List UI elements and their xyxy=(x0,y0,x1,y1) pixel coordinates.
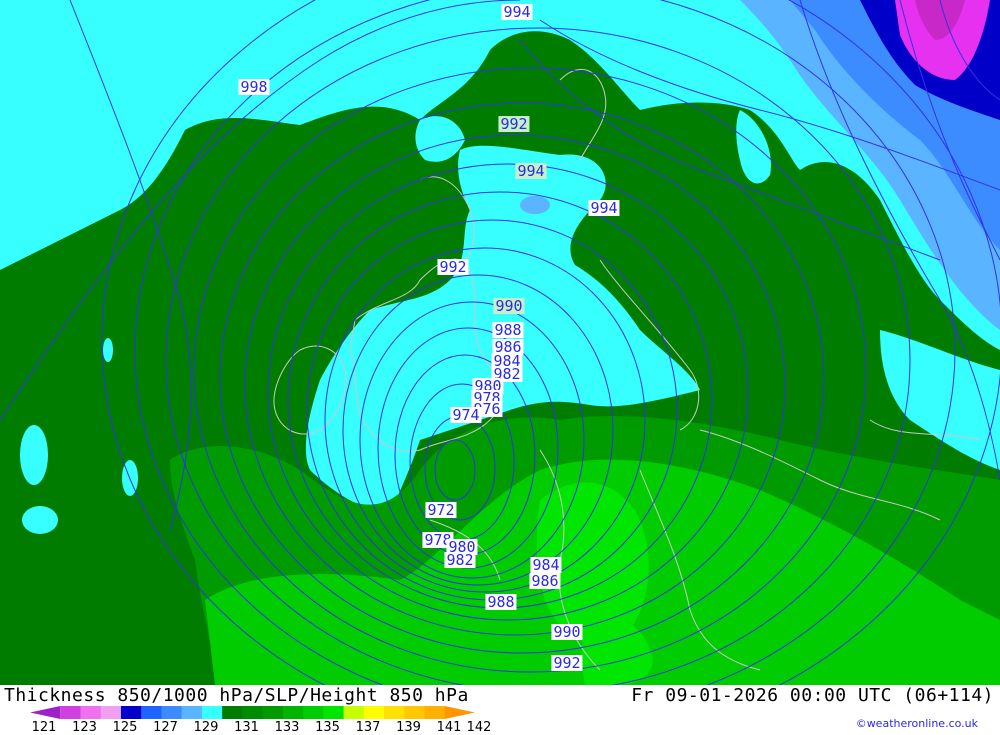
legend-swatch xyxy=(363,706,385,719)
legend-swatch xyxy=(161,706,183,719)
valid-time: Fr 09-01-2026 00:00 UTC (06+114) xyxy=(631,685,994,706)
color-legend xyxy=(30,706,475,719)
legend-swatch xyxy=(30,706,61,719)
thickness-lightblue-spot xyxy=(520,196,550,214)
legend-swatch xyxy=(181,706,203,719)
map-footer: Thickness 850/1000 hPa/SLP/Height 850 hP… xyxy=(0,685,1000,735)
legend-swatch xyxy=(303,706,324,719)
isobar-label: 998 xyxy=(238,78,270,96)
isobar-label: 992 xyxy=(551,654,583,672)
legend-swatch xyxy=(80,706,102,719)
isobar-label: 974 xyxy=(450,406,482,424)
legend-swatch xyxy=(222,706,243,719)
legend-swatch xyxy=(323,706,345,719)
legend-swatch xyxy=(404,706,426,719)
isobar-label: 994 xyxy=(588,199,620,217)
isobar-label: 986 xyxy=(529,572,561,590)
isobar-label: 994 xyxy=(515,162,547,180)
isobar-label: 984 xyxy=(530,556,562,574)
isobar-label: 990 xyxy=(551,623,583,641)
legend-swatch xyxy=(242,706,264,719)
thickness-cyan-spot-small xyxy=(103,338,113,362)
legend-swatch xyxy=(100,706,122,719)
map-title: Thickness 850/1000 hPa/SLP/Height 850 hP… xyxy=(4,685,469,706)
thickness-cyan-spot-west xyxy=(20,425,48,485)
legend-swatch xyxy=(141,706,162,719)
legend-swatch xyxy=(282,706,304,719)
legend-ticks: 121 123 125 127 129 131 133 135 137 139 141 142 xyxy=(0,720,520,735)
legend-swatch xyxy=(262,706,284,719)
thickness-cyan-spot-sw xyxy=(22,506,58,534)
isobar-label: 994 xyxy=(501,3,533,21)
isobar-label: 992 xyxy=(498,115,530,133)
legend-swatch xyxy=(201,706,223,719)
legend-swatch xyxy=(343,706,365,719)
isobar-label: 988 xyxy=(485,593,517,611)
legend-swatch xyxy=(384,706,405,719)
isobar-label: 972 xyxy=(425,501,457,519)
legend-swatch xyxy=(444,706,475,719)
isobar-label: 988 xyxy=(492,321,524,339)
isobar-label: 982 xyxy=(444,551,476,569)
weather-map: 994 998 992 994 994 992 990 988 986 984 … xyxy=(0,0,1000,685)
legend-swatch xyxy=(120,706,142,719)
credit-text: ©weatheronline.co.uk xyxy=(855,717,978,730)
isobar-label: 990 xyxy=(493,297,525,315)
isobar-label: 992 xyxy=(437,258,469,276)
legend-swatch xyxy=(424,706,446,719)
legend-swatch xyxy=(60,706,81,719)
